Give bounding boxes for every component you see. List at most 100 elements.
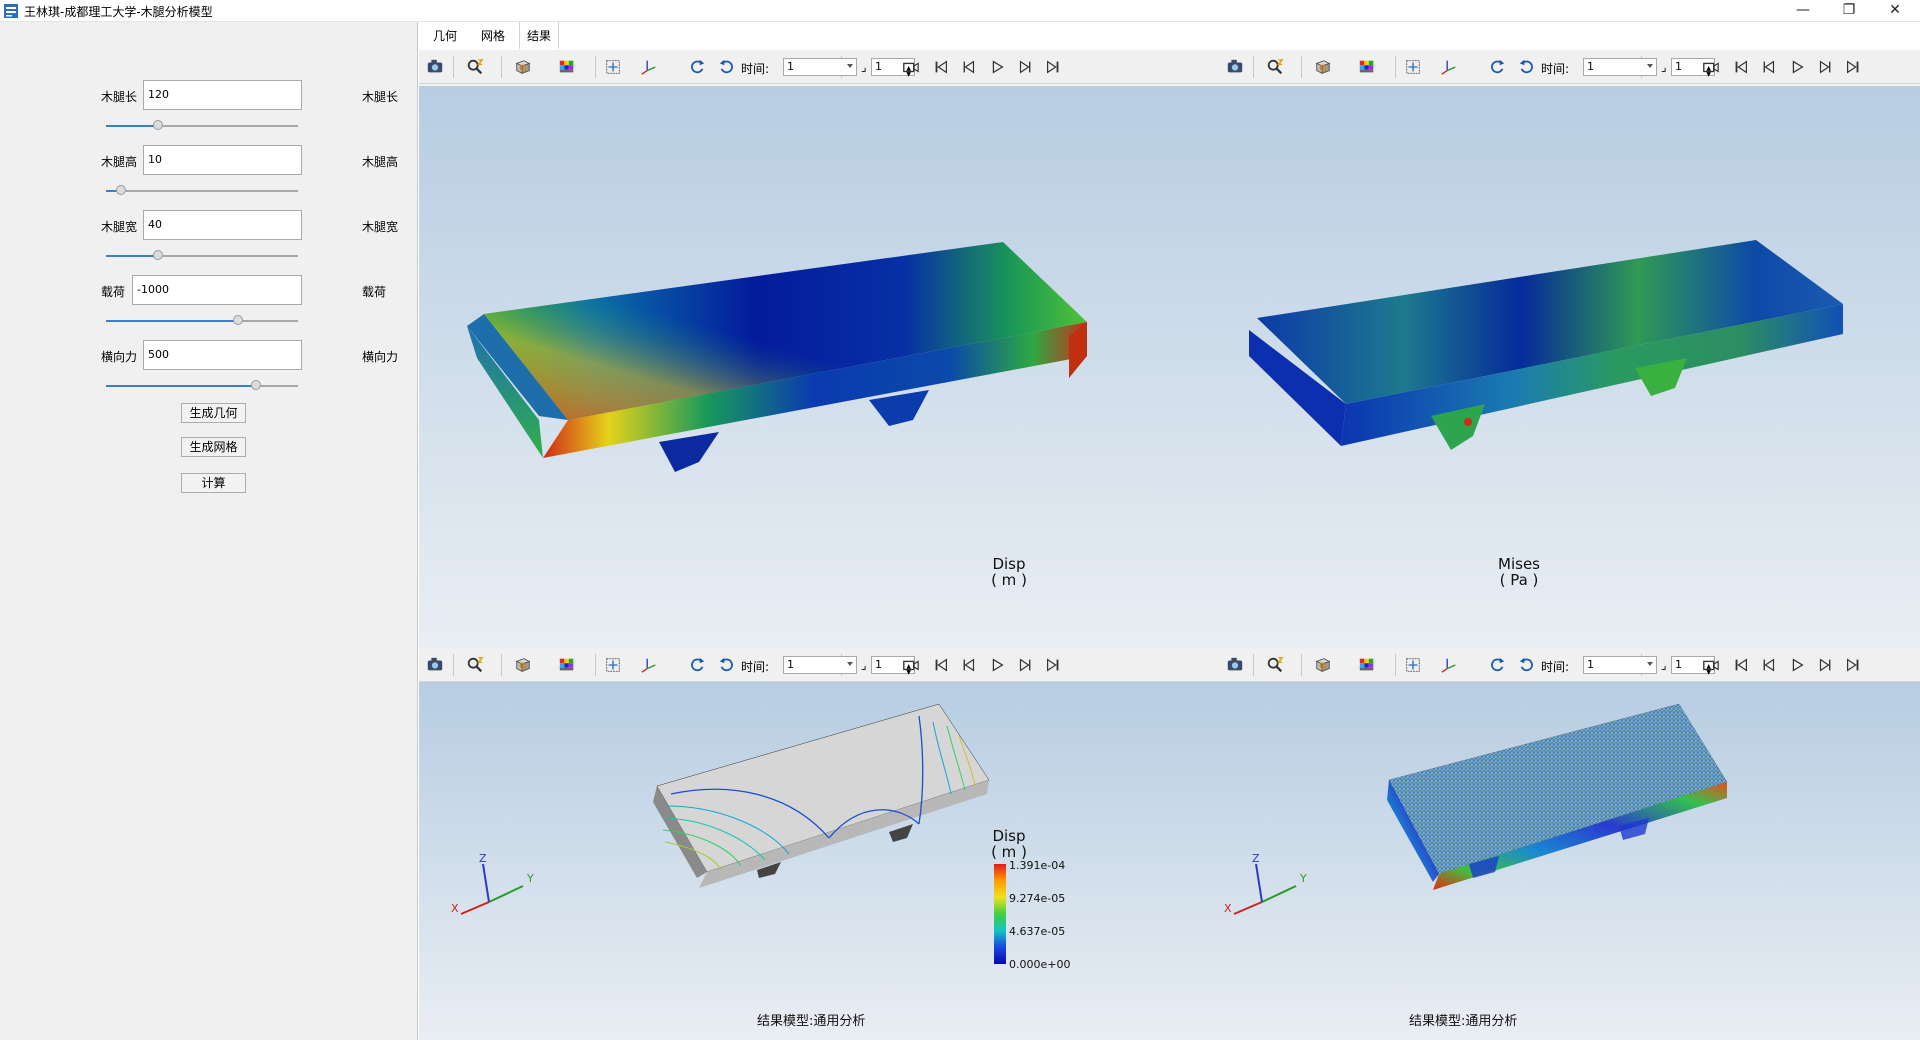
disp-unit-top: ( m ) — [991, 571, 1027, 589]
chevron-down-icon — [1647, 662, 1653, 666]
viewport-disp-top[interactable]: Disp ( m ) — [419, 86, 1219, 648]
param-input-2[interactable]: 40 — [143, 210, 302, 240]
compute-button[interactable]: 计算 — [181, 473, 246, 493]
param-right-label-0: 木腿长 — [362, 90, 399, 104]
play-icon[interactable] — [987, 58, 1007, 76]
param-slider-1[interactable] — [106, 185, 298, 195]
view-cube-icon[interactable] — [1313, 58, 1333, 76]
time-select[interactable]: 1 — [1583, 58, 1657, 76]
close-button[interactable]: ✕ — [1872, 0, 1918, 22]
color-map-icon[interactable] — [1357, 656, 1377, 674]
rotate-ccw-icon[interactable] — [1487, 656, 1507, 674]
fit-view-icon[interactable] — [603, 58, 623, 76]
time-select[interactable]: 1 — [783, 656, 857, 674]
param-slider-4[interactable] — [106, 380, 298, 390]
zoom-icon[interactable] — [465, 58, 485, 76]
param-slider-thumb-4[interactable] — [250, 380, 261, 390]
viewport-mises-top[interactable]: Mises ( Pa ) — [1219, 86, 1920, 648]
step-spinbox-value: 1 — [875, 60, 882, 73]
last-frame-icon[interactable] — [1043, 58, 1063, 76]
rotate-cw-icon[interactable] — [1517, 58, 1537, 76]
last-frame-icon[interactable] — [1043, 656, 1063, 674]
next-frame-icon[interactable] — [1815, 656, 1835, 674]
fit-view-icon[interactable] — [1403, 656, 1423, 674]
prev-frame-icon[interactable] — [959, 656, 979, 674]
time-select-value: 1 — [787, 60, 794, 73]
param-input-4[interactable]: 500 — [143, 340, 302, 370]
param-slider-thumb-3[interactable] — [233, 315, 244, 325]
zoom-icon[interactable] — [1265, 58, 1285, 76]
first-frame-icon[interactable] — [1731, 656, 1751, 674]
param-slider-thumb-2[interactable] — [152, 250, 163, 260]
param-input-3[interactable]: -1000 — [132, 275, 302, 305]
generate-geometry-button[interactable]: 生成几何 — [181, 403, 246, 423]
next-frame-icon[interactable] — [1815, 58, 1835, 76]
record-icon[interactable] — [1701, 58, 1721, 76]
view-cube-icon[interactable] — [513, 58, 533, 76]
viewport-disp-bottom[interactable]: Y Z X Disp ( m ) 1.391e-04 9.274e-05 4.6… — [419, 682, 1219, 1040]
time-select[interactable]: 1 — [783, 58, 857, 76]
time-select-value: 1 — [1587, 658, 1594, 671]
param-slider-3[interactable] — [106, 315, 298, 325]
screenshot-icon[interactable] — [1225, 656, 1245, 674]
disp-title-top: Disp — [992, 555, 1026, 573]
last-frame-icon[interactable] — [1843, 58, 1863, 76]
record-icon[interactable] — [901, 58, 921, 76]
prev-frame-icon[interactable] — [1759, 58, 1779, 76]
first-frame-icon[interactable] — [1731, 58, 1751, 76]
view-cube-icon[interactable] — [1313, 656, 1333, 674]
time-select[interactable]: 1 — [1583, 656, 1657, 674]
zoom-icon[interactable] — [465, 656, 485, 674]
step-icon: ⌟ — [1661, 60, 1667, 74]
rotate-cw-icon[interactable] — [1517, 656, 1537, 674]
play-icon[interactable] — [1787, 656, 1807, 674]
param-slider-2[interactable] — [106, 250, 298, 260]
view-cube-icon[interactable] — [513, 656, 533, 674]
param-slider-thumb-0[interactable] — [152, 120, 163, 130]
fit-view-icon[interactable] — [603, 656, 623, 674]
record-icon[interactable] — [901, 656, 921, 674]
screenshot-icon[interactable] — [1225, 58, 1245, 76]
legend-min: 0.000e+00 — [1009, 958, 1071, 971]
first-frame-icon[interactable] — [931, 656, 951, 674]
viewport-vector-bottom[interactable]: Y Z X 结果模型:通用分析 — [1219, 682, 1920, 1040]
axis-icon[interactable] — [639, 58, 659, 76]
axis-icon[interactable] — [639, 656, 659, 674]
color-map-icon[interactable] — [557, 58, 577, 76]
rotate-ccw-icon[interactable] — [687, 656, 707, 674]
next-frame-icon[interactable] — [1015, 58, 1035, 76]
rotate-cw-icon[interactable] — [717, 58, 737, 76]
rotate-ccw-icon[interactable] — [1487, 58, 1507, 76]
param-label-4: 横向力 — [101, 350, 138, 364]
color-map-icon[interactable] — [1357, 58, 1377, 76]
first-frame-icon[interactable] — [931, 58, 951, 76]
play-icon[interactable] — [987, 656, 1007, 674]
tab-mesh[interactable]: 网格 — [475, 22, 511, 50]
axis-icon[interactable] — [1439, 58, 1459, 76]
last-frame-icon[interactable] — [1843, 656, 1863, 674]
tab-results[interactable]: 结果 — [519, 22, 559, 50]
param-right-label-2: 木腿宽 — [362, 220, 399, 234]
generate-mesh-button[interactable]: 生成网格 — [181, 437, 246, 457]
minimize-button[interactable]: — — [1780, 0, 1826, 22]
play-icon[interactable] — [1787, 58, 1807, 76]
zoom-icon[interactable] — [1265, 656, 1285, 674]
prev-frame-icon[interactable] — [959, 58, 979, 76]
fit-view-icon[interactable] — [1403, 58, 1423, 76]
restore-button[interactable]: ❐ — [1826, 0, 1872, 22]
record-icon[interactable] — [1701, 656, 1721, 674]
rotate-cw-icon[interactable] — [717, 656, 737, 674]
color-map-icon[interactable] — [557, 656, 577, 674]
param-input-1[interactable]: 10 — [143, 145, 302, 175]
param-slider-0[interactable] — [106, 120, 298, 130]
tab-geometry[interactable]: 几何 — [427, 22, 463, 50]
next-frame-icon[interactable] — [1015, 656, 1035, 674]
param-slider-fill-2 — [106, 255, 158, 257]
screenshot-icon[interactable] — [425, 58, 445, 76]
param-input-0[interactable]: 120 — [143, 80, 302, 110]
axis-icon[interactable] — [1439, 656, 1459, 674]
param-slider-thumb-1[interactable] — [116, 185, 127, 195]
screenshot-icon[interactable] — [425, 656, 445, 674]
prev-frame-icon[interactable] — [1759, 656, 1779, 674]
rotate-ccw-icon[interactable] — [687, 58, 707, 76]
